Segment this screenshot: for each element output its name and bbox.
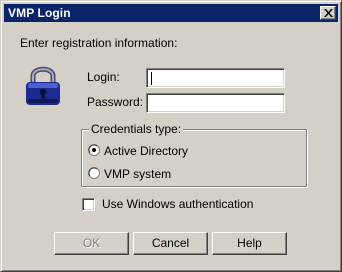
close-icon: [324, 9, 333, 17]
close-button[interactable]: [320, 6, 336, 20]
password-label: Password:: [87, 95, 144, 109]
cancel-button[interactable]: Cancel: [133, 232, 208, 255]
password-field[interactable]: [146, 93, 285, 113]
login-dialog: VMP Login Enter registration information…: [0, 0, 342, 272]
lock-icon: [26, 66, 60, 105]
title-bar[interactable]: VMP Login: [4, 4, 338, 22]
window-title: VMP Login: [8, 6, 71, 20]
windows-auth-checkbox[interactable]: [82, 198, 95, 211]
windows-auth-label[interactable]: Use Windows authentication: [102, 197, 253, 211]
instruction-text: Enter registration information:: [20, 36, 178, 50]
ok-button[interactable]: OK: [54, 232, 129, 255]
radio-label-active-directory[interactable]: Active Directory: [104, 144, 188, 158]
radio-active-directory[interactable]: [88, 144, 100, 156]
radio-label-vmp-system[interactable]: VMP system: [104, 167, 171, 181]
radio-vmp-system[interactable]: [88, 167, 100, 179]
text-caret: [151, 72, 152, 85]
credentials-type-label: Credentials type:: [89, 122, 184, 136]
login-label: Login:: [87, 70, 120, 84]
help-button[interactable]: Help: [212, 232, 287, 255]
login-field[interactable]: [146, 68, 285, 88]
